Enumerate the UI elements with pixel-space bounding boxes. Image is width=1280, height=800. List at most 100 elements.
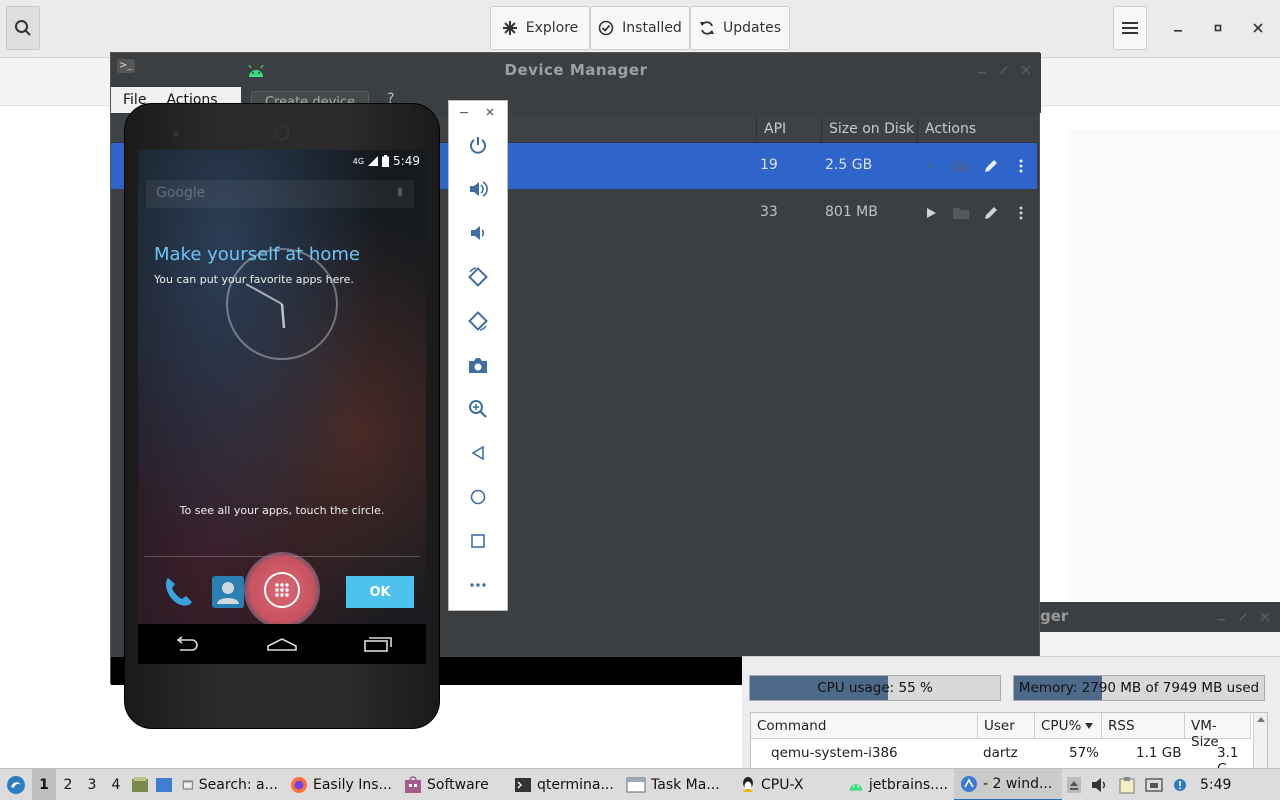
more-button[interactable] [1011,156,1031,176]
emulator-screen[interactable]: 4G 5:49 Google Make yourself at home You… [138,150,426,664]
col-user[interactable]: User [978,713,1035,739]
launch-button[interactable] [921,156,941,176]
home-button[interactable] [466,485,490,509]
terminal-icon: >_ [117,59,135,73]
close-icon[interactable] [1021,65,1031,75]
close-icon [486,108,494,116]
maximize-icon[interactable] [1238,612,1248,622]
home-icon[interactable] [267,637,297,651]
search-button[interactable] [6,6,40,50]
file-manager-launcher[interactable] [128,769,152,800]
clipboard-tray-icon[interactable] [1114,769,1140,800]
minimize-icon[interactable] [1216,612,1226,622]
col-actions[interactable]: Actions [925,121,976,137]
toolbar-minimize-button[interactable] [459,107,469,117]
google-search-bar[interactable]: Google [146,180,414,208]
back-icon[interactable] [172,636,200,652]
close-icon [1253,23,1263,33]
recents-icon[interactable] [364,636,393,652]
col-size[interactable]: Size on Disk [829,121,914,137]
minimize-icon[interactable] [977,65,987,75]
taskbar-clock[interactable]: 5:49 [1192,769,1235,800]
screenshot-button[interactable] [466,353,490,377]
col-command[interactable]: Command [751,713,978,739]
taskbar-item-firefox[interactable]: Easily Ins... [284,769,398,800]
process-rss: 1.1 GB [1136,745,1182,761]
taskbar-item-label: CPU-X [761,776,804,793]
power-button[interactable] [466,133,490,157]
contacts-app-icon[interactable] [212,576,244,608]
workspace-3[interactable]: 3 [80,769,104,800]
main-menu-button[interactable] [1113,6,1147,50]
col-api[interactable]: API [764,121,786,137]
folder-icon [953,208,969,219]
network-tray-icon[interactable] [1140,769,1168,800]
maximize-icon[interactable] [999,65,1009,75]
android-status-bar: 4G 5:49 [138,150,426,172]
volume-down-button[interactable] [466,221,490,245]
more-options-button[interactable] [466,573,490,597]
ok-button[interactable]: OK [346,576,414,608]
tab-explore[interactable]: Explore [490,6,590,50]
taskbar-item-android-studio[interactable]: - 2 wind... [954,768,1062,800]
task-manager-titlebar[interactable]: ger [1040,602,1280,632]
android-nav-bar [138,624,426,664]
task-manager-title-fragment: ger [1040,607,1069,625]
welcome-subtitle: You can put your favorite apps here. [154,273,354,286]
col-vmsize[interactable]: VM-Size [1185,713,1251,750]
process-user: dartz [983,745,1018,761]
overview-button[interactable] [466,529,490,553]
device-api: 19 [760,157,778,173]
table-row[interactable]: qemu-system-i386 dartz 57% 1.1 GB 3.1 G [751,739,1251,777]
notification-tray-icon[interactable] [1168,769,1192,800]
rotate-right-button[interactable] [466,309,490,333]
android-studio-icon [961,775,977,792]
close-icon[interactable] [1260,612,1270,622]
start-menu-button[interactable] [0,769,32,800]
taskbar-item-search[interactable]: Search: a... [176,769,284,800]
process-command: qemu-system-i386 [771,745,898,761]
zoom-button[interactable] [466,397,490,421]
cpu-usage-bar: CPU usage: 55 % [749,675,1001,701]
toolbar-close-button[interactable] [485,107,495,117]
camera-icon [469,358,487,373]
refresh-icon [700,21,714,35]
process-scrollbar[interactable] [1253,713,1267,771]
task-manager-icon [626,777,646,792]
col-rss[interactable]: RSS [1102,713,1185,739]
maximize-button[interactable] [1208,18,1228,38]
sort-down-icon [1085,722,1094,729]
workspace-4[interactable]: 4 [104,769,128,800]
edit-button[interactable] [981,203,1001,223]
minimize-button[interactable] [1168,18,1188,38]
rotate-left-button[interactable] [466,265,490,289]
taskbar-item-qterminal[interactable]: qtermina... [508,769,620,800]
taskbar-item-jetbrains[interactable]: jetbrains.... [842,769,954,800]
workspace-1[interactable]: 1 [32,768,56,800]
phone-app-icon[interactable] [160,574,196,610]
taskbar-item-software[interactable]: Software [398,769,508,800]
tab-installed[interactable]: Installed [590,6,690,50]
volume-tray-icon[interactable] [1086,769,1114,800]
more-horizontal-icon [470,583,486,587]
battery-icon [382,155,390,167]
eject-tray-icon[interactable] [1062,769,1086,800]
software-content-panel [1068,130,1280,600]
launch-button[interactable] [921,203,941,223]
all-apps-button[interactable] [244,552,320,628]
tab-updates[interactable]: Updates [690,6,790,50]
show-desktop-button[interactable] [152,769,176,800]
check-circle-icon [598,20,614,36]
more-button[interactable] [1011,203,1031,223]
close-button[interactable] [1248,18,1268,38]
workspace-2[interactable]: 2 [56,769,80,800]
taskbar-item-cpu-x[interactable]: CPU-X [734,769,842,800]
col-cpu[interactable]: CPU% [1035,713,1102,739]
back-button[interactable] [466,441,490,465]
show-on-disk-button[interactable] [951,156,971,176]
edit-button[interactable] [981,156,1001,176]
taskbar-item-task-manager[interactable]: Task Ma... [620,769,734,800]
volume-up-button[interactable] [466,177,490,201]
taskbar-item-label: - 2 wind... [983,775,1053,792]
show-on-disk-button[interactable] [951,203,971,223]
